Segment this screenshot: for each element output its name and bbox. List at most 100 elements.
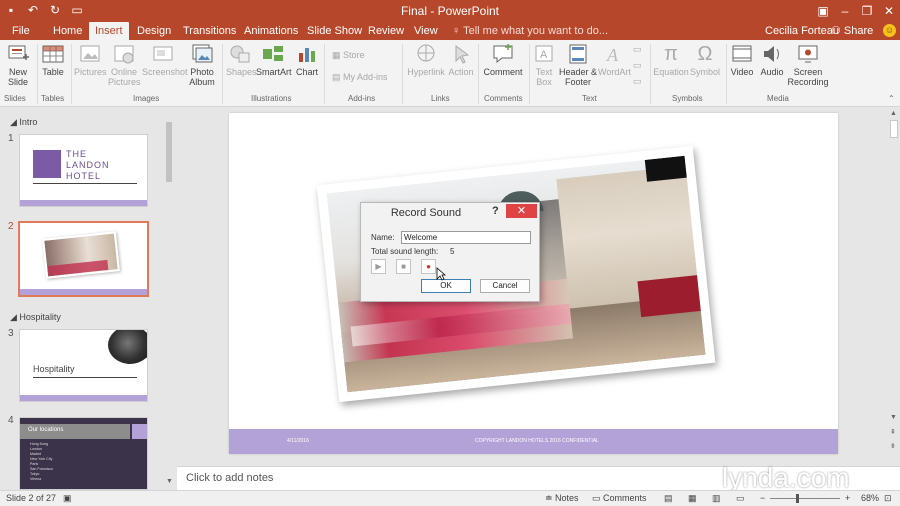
thumb-circle-image bbox=[108, 330, 147, 364]
previous-slide-icon[interactable]: ⇞ bbox=[890, 428, 896, 436]
slide-number: 3 bbox=[8, 328, 14, 339]
zoom-slider[interactable] bbox=[770, 494, 840, 503]
thumb-footer bbox=[20, 395, 147, 401]
share-button[interactable]: ⚇ Share bbox=[831, 22, 873, 40]
next-slide-icon[interactable]: ⇟ bbox=[890, 442, 896, 450]
header-footer-button[interactable]: Header & Footer bbox=[558, 43, 598, 87]
tab-animations[interactable]: Animations bbox=[244, 22, 298, 40]
record-sound-dialog: Record Sound ? ✕ Name: Welcome Total sou… bbox=[360, 202, 540, 302]
comments-toggle-button[interactable]: ▭ Comments bbox=[592, 493, 647, 504]
date-time-icon[interactable]: ▭ bbox=[633, 44, 642, 55]
shapes-label: Shapes bbox=[226, 67, 257, 77]
symbol-label: Symbol bbox=[689, 67, 720, 77]
scroll-down-icon[interactable]: ▼ bbox=[890, 414, 897, 421]
wordart-button[interactable]: A WordArt bbox=[598, 43, 631, 77]
separator bbox=[37, 44, 38, 104]
cancel-button[interactable]: Cancel bbox=[480, 279, 530, 293]
screenshot-button[interactable]: Screenshot bbox=[142, 43, 188, 77]
mouse-cursor-icon bbox=[436, 267, 446, 281]
scrollbar-thumb[interactable] bbox=[166, 122, 172, 182]
thumbnails-scrollbar[interactable]: ▼ bbox=[164, 112, 174, 488]
play-button[interactable]: ▶ bbox=[371, 259, 386, 274]
video-button[interactable]: Video bbox=[729, 43, 755, 77]
close-icon[interactable]: ✕ bbox=[878, 0, 900, 22]
object-icon[interactable]: ▭ bbox=[633, 76, 642, 87]
tab-view[interactable]: View bbox=[414, 22, 438, 40]
notes-toggle-button[interactable]: ≐ Notes bbox=[545, 493, 579, 504]
scrollbar-thumb[interactable] bbox=[890, 120, 898, 138]
ribbon-display-icon[interactable]: ▣ bbox=[812, 0, 834, 22]
tell-me-box[interactable]: ♀ Tell me what you want to do... bbox=[452, 22, 608, 40]
new-slide-button[interactable]: New Slide bbox=[3, 43, 33, 87]
normal-view-icon[interactable]: ▤ bbox=[664, 493, 673, 504]
photo-album-button[interactable]: Photo Album bbox=[186, 43, 218, 87]
slideshow-view-icon[interactable]: ▭ bbox=[736, 493, 745, 504]
zoom-slider-handle[interactable] bbox=[796, 494, 799, 503]
text-box-button[interactable]: A Text Box bbox=[532, 43, 556, 87]
smartart-button[interactable]: SmartArt bbox=[256, 43, 292, 77]
slide-thumbnail-2[interactable] bbox=[18, 221, 149, 297]
stop-button[interactable]: ■ bbox=[396, 259, 411, 274]
pictures-button[interactable]: Pictures bbox=[74, 43, 107, 77]
name-field[interactable]: Welcome bbox=[401, 231, 531, 244]
slide-sorter-icon[interactable]: ▦ bbox=[688, 493, 697, 504]
separator bbox=[478, 44, 479, 104]
record-button[interactable]: ● bbox=[421, 259, 436, 274]
reading-view-icon[interactable]: ▥ bbox=[712, 493, 721, 504]
store-button[interactable]: ▦ Store bbox=[332, 50, 365, 61]
my-addins-button[interactable]: ▤ My Add-ins bbox=[332, 72, 388, 83]
spellcheck-icon[interactable]: ▣ bbox=[63, 493, 72, 504]
action-button[interactable]: Action bbox=[447, 43, 475, 77]
group-illustrations: Illustrations bbox=[251, 94, 292, 103]
slide-thumbnail-1[interactable]: THE LANDON HOTEL bbox=[19, 134, 148, 207]
my-addins-label: My Add-ins bbox=[343, 72, 388, 82]
dialog-close-button[interactable]: ✕ bbox=[506, 204, 537, 218]
hyperlink-button[interactable]: Hyperlink bbox=[406, 43, 446, 77]
tab-home[interactable]: Home bbox=[53, 22, 82, 40]
section-intro[interactable]: ◢ Intro bbox=[10, 117, 37, 128]
separator bbox=[529, 44, 530, 104]
audio-button[interactable]: Audio bbox=[759, 43, 785, 77]
shapes-button[interactable]: Shapes bbox=[226, 43, 257, 77]
zoom-out-icon[interactable]: − bbox=[760, 493, 765, 503]
slide-thumbnail-4[interactable]: Our locations Hong Kong London Madrid Ne… bbox=[19, 417, 148, 490]
wordart-icon: A bbox=[606, 45, 619, 65]
table-button[interactable]: Table bbox=[40, 43, 66, 77]
chart-button[interactable]: Chart bbox=[294, 43, 320, 77]
scroll-up-icon[interactable]: ▲ bbox=[890, 110, 897, 117]
zoom-level[interactable]: 68% bbox=[861, 493, 879, 503]
tab-review[interactable]: Review bbox=[368, 22, 404, 40]
comment-button[interactable]: Comment bbox=[482, 43, 524, 77]
equation-button[interactable]: π Equation bbox=[653, 43, 689, 77]
collapse-ribbon-icon[interactable]: ⌃ bbox=[888, 94, 895, 103]
minimize-icon[interactable]: – bbox=[834, 0, 856, 22]
slide-number-icon[interactable]: ▭ bbox=[633, 60, 642, 71]
symbol-button[interactable]: Ω Symbol bbox=[689, 43, 721, 77]
tab-slide-show[interactable]: Slide Show bbox=[307, 22, 362, 40]
editor-scrollbar[interactable]: ▲ ▼ ⇞ ⇟ bbox=[888, 108, 900, 463]
online-pictures-button[interactable]: Online Pictures bbox=[108, 43, 141, 87]
restore-icon[interactable]: ❐ bbox=[856, 0, 878, 22]
ok-button[interactable]: OK bbox=[421, 279, 471, 293]
screen-recording-button[interactable]: Screen Recording bbox=[787, 43, 829, 87]
footer-text: COPYRIGHT LANDON HOTELS 2016 CONFIDENTIA… bbox=[475, 438, 599, 444]
scroll-down-icon[interactable]: ▼ bbox=[166, 478, 173, 485]
separator bbox=[650, 44, 651, 104]
slide-number: 2 bbox=[8, 221, 14, 232]
share-label: Share bbox=[843, 25, 874, 37]
dialog-title: Record Sound bbox=[390, 207, 462, 219]
tab-design[interactable]: Design bbox=[137, 22, 171, 40]
help-button[interactable]: ? bbox=[492, 205, 499, 217]
feedback-smiley-icon[interactable]: ☺ bbox=[883, 24, 896, 37]
user-name[interactable]: Cecilia Forteau bbox=[765, 22, 839, 40]
section-hospitality[interactable]: ◢ Hospitality bbox=[10, 312, 61, 323]
fit-slide-icon[interactable]: ⊡ bbox=[884, 493, 892, 504]
notes-label: Notes bbox=[555, 493, 579, 503]
slide-thumbnail-3[interactable]: Hospitality bbox=[19, 329, 148, 402]
tab-insert[interactable]: Insert bbox=[89, 22, 129, 40]
zoom-in-icon[interactable]: + bbox=[845, 493, 850, 503]
slide-counter: Slide 2 of 27 bbox=[6, 493, 57, 503]
section-label: Intro bbox=[19, 117, 38, 127]
tab-transitions[interactable]: Transitions bbox=[183, 22, 236, 40]
tab-file[interactable]: File bbox=[12, 22, 30, 40]
